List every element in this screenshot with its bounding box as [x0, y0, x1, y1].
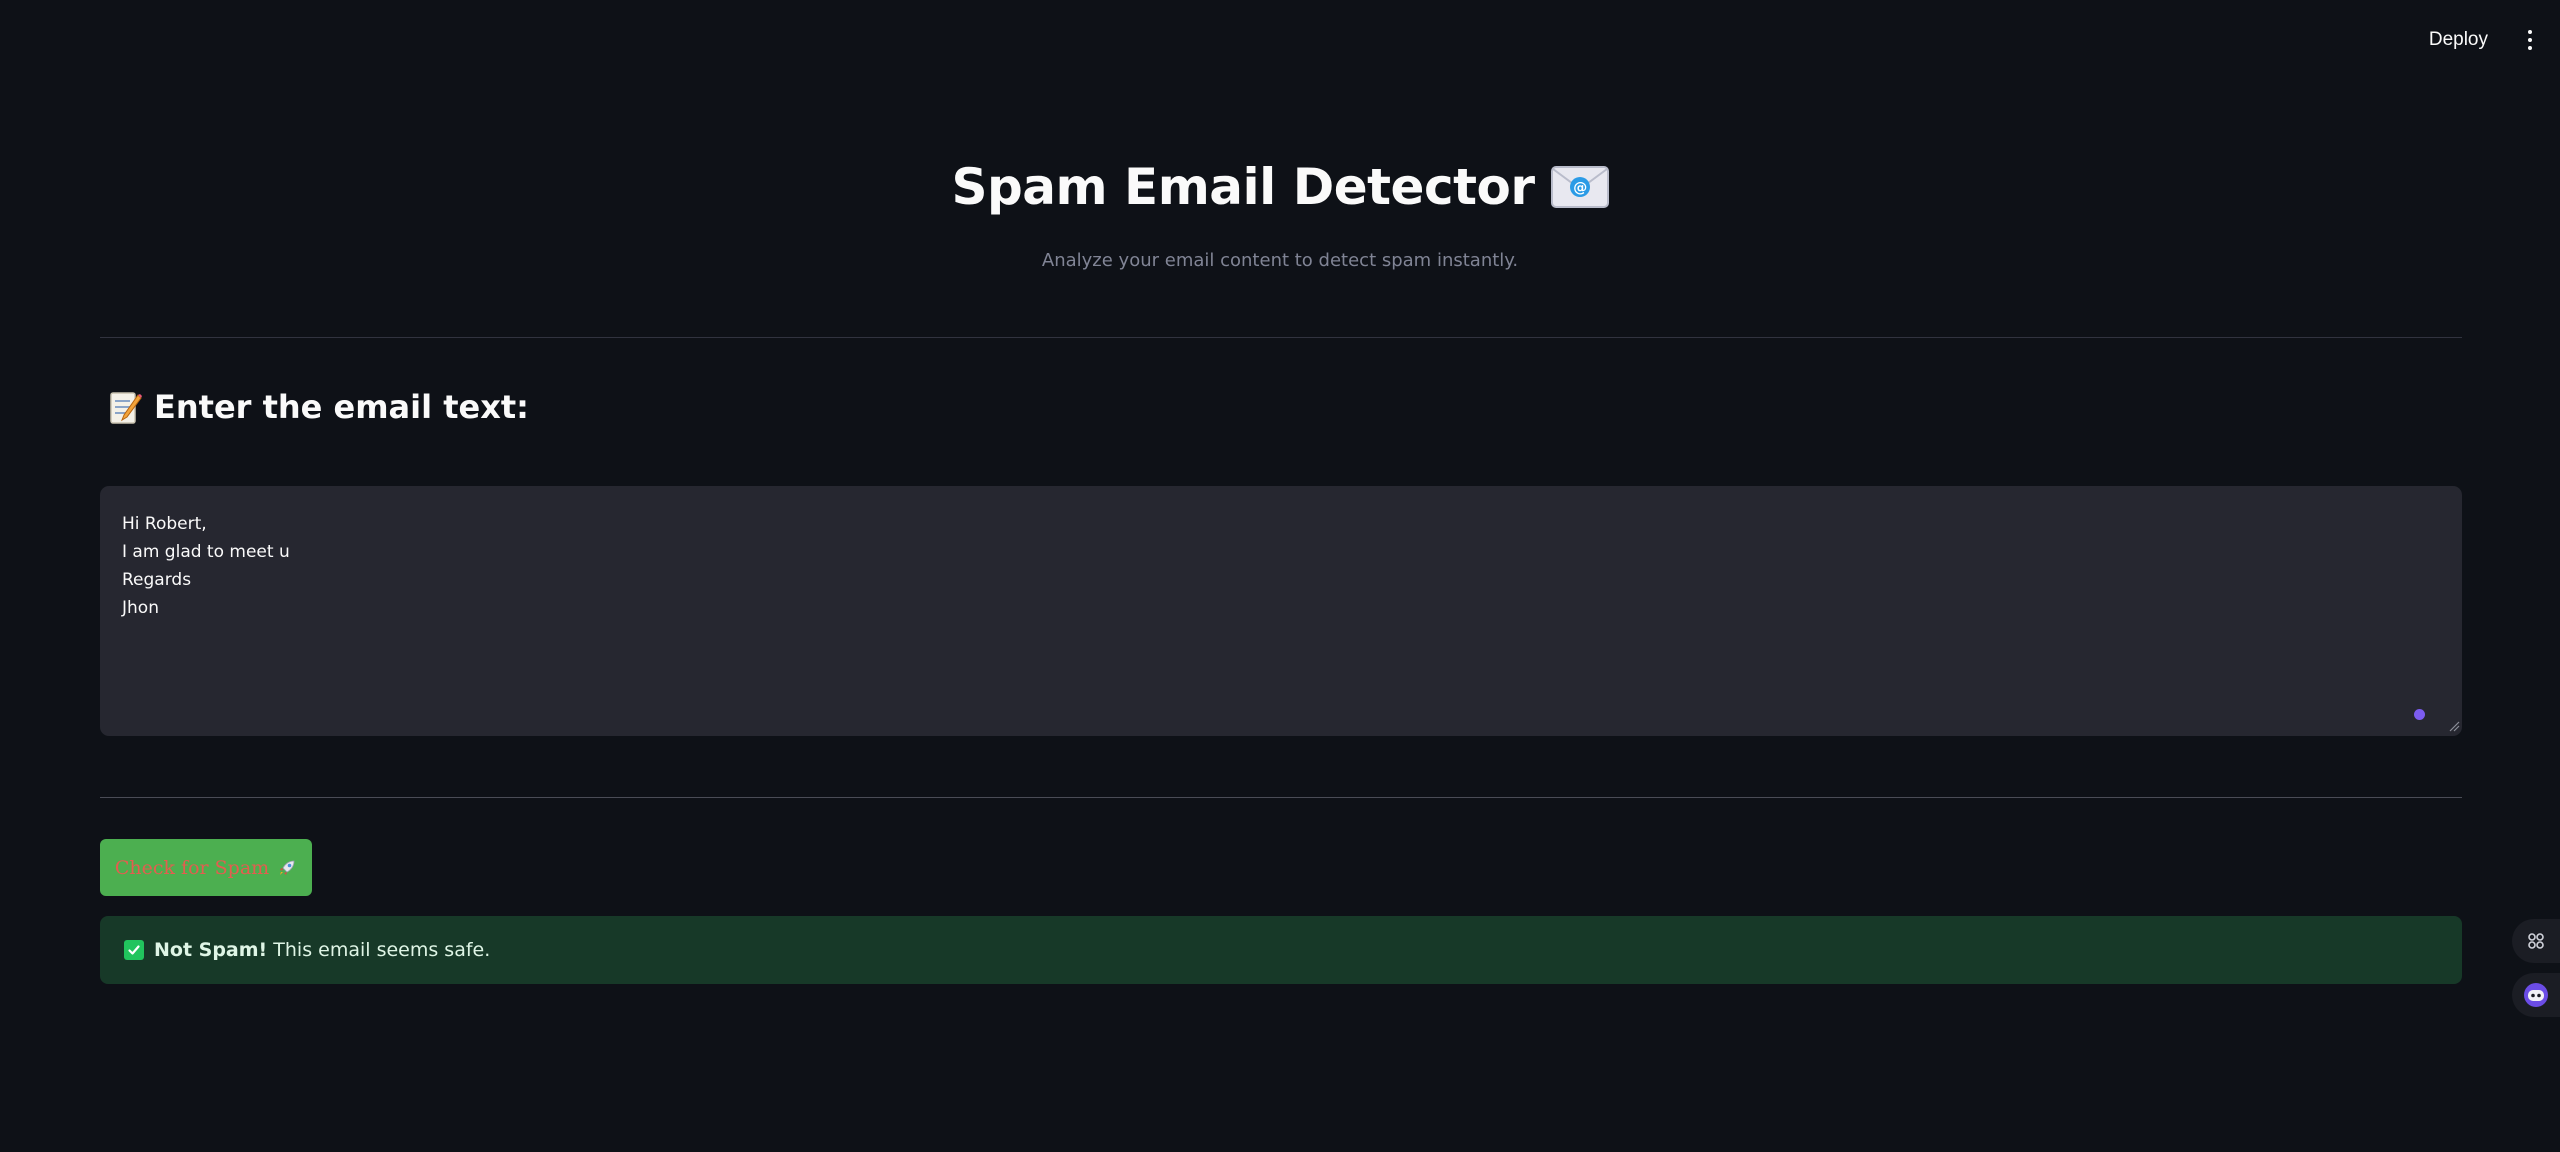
email-text-input[interactable]: Hi Robert, I am glad to meet u Regards J… — [100, 486, 2462, 736]
app-root: Deploy Spam Email Detector @ Analyze you… — [0, 0, 2560, 1152]
top-toolbar: Deploy — [2425, 22, 2542, 58]
check-for-spam-button[interactable]: Check for Spam — [100, 839, 312, 896]
title-row: Spam Email Detector @ — [0, 158, 2560, 216]
result-status: Not Spam! — [154, 939, 268, 961]
input-divider — [100, 797, 2462, 798]
header-divider — [100, 337, 2462, 338]
section-heading: Enter the email text: — [108, 388, 529, 426]
page-title: Spam Email Detector @ — [951, 158, 1609, 216]
shortcut-icon — [2528, 933, 2544, 949]
page-title-text: Spam Email Detector — [951, 158, 1535, 216]
kebab-menu-icon[interactable] — [2518, 22, 2542, 58]
envelope-icon: @ — [1550, 166, 1609, 208]
section-heading-text: Enter the email text: — [154, 388, 529, 426]
rocket-icon — [280, 860, 295, 875]
svg-text:@: @ — [1573, 180, 1587, 196]
check-icon — [124, 940, 144, 960]
assistant-widget[interactable] — [2512, 973, 2560, 1017]
deploy-button[interactable]: Deploy — [2425, 23, 2492, 57]
shortcut-widget[interactable] — [2512, 919, 2560, 963]
memo-icon — [110, 392, 142, 424]
result-message: This email seems safe. — [273, 939, 491, 961]
resize-handle-icon[interactable] — [2448, 720, 2460, 732]
check-for-spam-label: Check for Spam — [114, 856, 270, 879]
page-subtitle: Analyze your email content to detect spa… — [1041, 250, 1519, 271]
focus-indicator-dot — [2414, 709, 2425, 720]
result-alert: Not Spam! This email seems safe. — [100, 916, 2462, 984]
assistant-icon — [2524, 983, 2548, 1007]
